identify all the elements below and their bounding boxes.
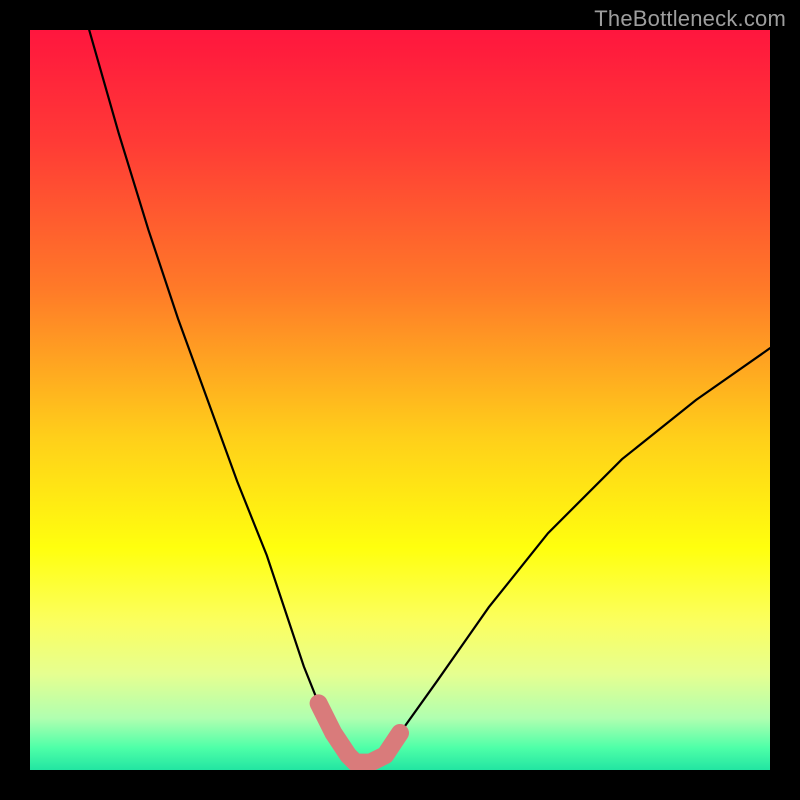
plot-area (30, 30, 770, 770)
bottleneck-curve (89, 30, 770, 763)
highlight-segment (319, 703, 400, 762)
chart-frame: TheBottleneck.com (0, 0, 800, 800)
curve-svg (30, 30, 770, 770)
watermark-text: TheBottleneck.com (594, 6, 786, 32)
